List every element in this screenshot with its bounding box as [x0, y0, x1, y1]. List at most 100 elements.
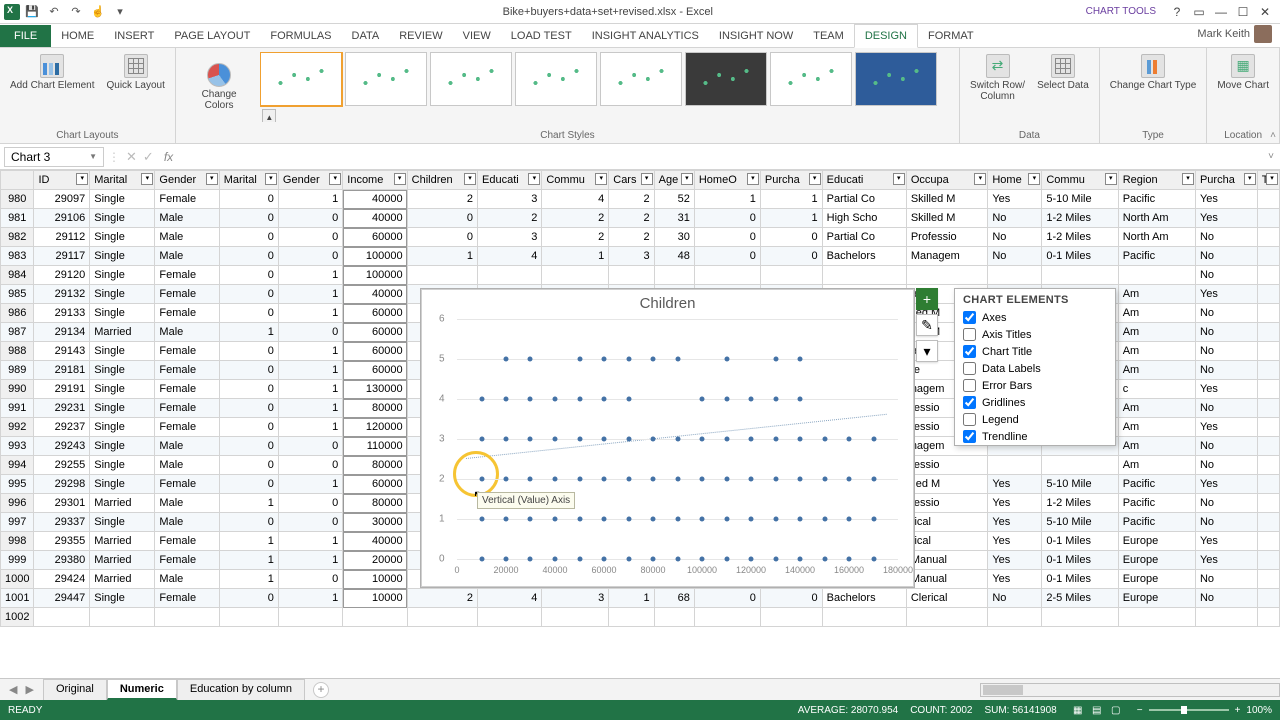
cell[interactable]: 0	[694, 209, 760, 228]
cell[interactable]: 993	[1, 437, 34, 456]
cell[interactable]: Male	[155, 228, 219, 247]
cell[interactable]: 980	[1, 190, 34, 209]
data-point[interactable]	[724, 517, 729, 522]
cell[interactable]: Single	[90, 513, 155, 532]
cell[interactable]: 2	[407, 589, 477, 608]
cell[interactable]: Female	[155, 418, 219, 437]
ribbon-tab-insight-analytics[interactable]: INSIGHT ANALYTICS	[582, 25, 709, 47]
undo-icon[interactable]: ↶	[44, 5, 64, 18]
normal-view-icon[interactable]: ▦	[1069, 705, 1087, 716]
cell[interactable]: 0	[278, 247, 342, 266]
cell[interactable]: 0	[219, 380, 278, 399]
cell[interactable]: Female	[155, 551, 219, 570]
ribbon-options-icon[interactable]: ▭	[1190, 5, 1208, 19]
cell[interactable]: 1-2 Miles	[1042, 494, 1118, 513]
cell[interactable]: Pacific	[1118, 247, 1195, 266]
cell[interactable]: Am	[1118, 304, 1195, 323]
cell[interactable]: 0	[694, 589, 760, 608]
cell[interactable]: 982	[1, 228, 34, 247]
data-point[interactable]	[577, 477, 582, 482]
data-point[interactable]	[651, 437, 656, 442]
cell[interactable]: No	[1195, 513, 1257, 532]
cell[interactable]: No	[988, 209, 1042, 228]
cell[interactable]: Single	[90, 285, 155, 304]
data-point[interactable]	[504, 437, 509, 442]
column-header[interactable]: Cars▾	[609, 171, 654, 190]
cell[interactable]: 10000	[343, 589, 407, 608]
cell[interactable]: 0	[219, 475, 278, 494]
fx-icon[interactable]: fx	[160, 150, 177, 164]
cell[interactable]: Single	[90, 418, 155, 437]
cell[interactable]: 987	[1, 323, 34, 342]
cell[interactable]: Yes	[1195, 532, 1257, 551]
worksheet-grid[interactable]: ID▾Marital▾Gender▾Marital▾Gender▾Income▾…	[0, 170, 1280, 650]
embedded-chart[interactable]: Children ↖ Vertical (Value) Axis 0123456…	[420, 288, 915, 588]
cell[interactable]: 68	[654, 589, 694, 608]
data-point[interactable]	[626, 477, 631, 482]
cell[interactable]: High Scho	[822, 209, 906, 228]
cell[interactable]	[1257, 513, 1279, 532]
column-header[interactable]: Marital▾	[219, 171, 278, 190]
data-point[interactable]	[553, 477, 558, 482]
cell[interactable]: 1-2 Miles	[1042, 209, 1118, 228]
cell[interactable]: Female	[155, 342, 219, 361]
column-header[interactable]: Age▾	[654, 171, 694, 190]
data-point[interactable]	[798, 437, 803, 442]
cell[interactable]: 0-1 Miles	[1042, 532, 1118, 551]
cell[interactable]: 989	[1, 361, 34, 380]
data-point[interactable]	[626, 437, 631, 442]
data-point[interactable]	[626, 397, 631, 402]
cell[interactable]: Yes	[988, 475, 1042, 494]
cell[interactable]: 997	[1, 513, 34, 532]
column-header[interactable]: Occupa▾	[906, 171, 988, 190]
ribbon-tab-review[interactable]: REVIEW	[389, 25, 452, 47]
cell[interactable]: No	[1195, 570, 1257, 589]
cell[interactable]	[1257, 190, 1279, 209]
data-point[interactable]	[773, 557, 778, 562]
cell[interactable]: 0	[278, 323, 342, 342]
page-break-view-icon[interactable]: ▢	[1107, 705, 1125, 716]
cell[interactable]: 1	[219, 532, 278, 551]
cell[interactable]: Female	[155, 532, 219, 551]
cell[interactable]: 29380	[34, 551, 90, 570]
cell[interactable]: Married	[90, 494, 155, 513]
cell[interactable]: 998	[1, 532, 34, 551]
minimize-icon[interactable]: —	[1212, 5, 1230, 19]
cell[interactable]	[1257, 589, 1279, 608]
cell[interactable]: 0	[219, 589, 278, 608]
column-header[interactable]: T▾	[1257, 171, 1279, 190]
data-point[interactable]	[601, 557, 606, 562]
cell[interactable]: 0	[278, 456, 342, 475]
cell[interactable]	[1257, 304, 1279, 323]
data-point[interactable]	[748, 397, 753, 402]
cell[interactable]: 60000	[343, 475, 407, 494]
change-colors-button[interactable]: Change Colors	[182, 61, 256, 113]
cell[interactable]: 1	[609, 589, 654, 608]
data-point[interactable]	[577, 557, 582, 562]
cell[interactable]	[1257, 475, 1279, 494]
cell[interactable]: Yes	[1195, 380, 1257, 399]
cell[interactable]: 986	[1, 304, 34, 323]
cell[interactable]: 0	[407, 209, 477, 228]
sheet-tab[interactable]: Education by column	[177, 679, 305, 700]
sheet-nav-next-icon[interactable]: ▶	[22, 683, 36, 696]
cell[interactable]: Single	[90, 456, 155, 475]
chart-style-thumb[interactable]	[600, 52, 682, 106]
cell[interactable]: 0	[760, 589, 822, 608]
cell[interactable]: 2	[407, 190, 477, 209]
redo-icon[interactable]: ↷	[66, 5, 86, 18]
cell[interactable]: 0	[219, 399, 278, 418]
cell[interactable]: Single	[90, 399, 155, 418]
cell[interactable]: Partial Co	[822, 228, 906, 247]
chart-element-option[interactable]: Axes	[955, 309, 1115, 326]
cell[interactable]: Am	[1118, 437, 1195, 456]
chart-element-option[interactable]: Chart Title	[955, 343, 1115, 360]
cell[interactable]: Single	[90, 228, 155, 247]
cell[interactable]: Am	[1118, 456, 1195, 475]
checkbox[interactable]	[963, 345, 976, 358]
cell[interactable]	[478, 266, 542, 285]
filter-icon[interactable]: ▾	[76, 173, 88, 185]
filter-icon[interactable]: ▾	[265, 173, 277, 185]
filter-icon[interactable]: ▾	[1244, 173, 1256, 185]
cell[interactable]	[988, 266, 1042, 285]
